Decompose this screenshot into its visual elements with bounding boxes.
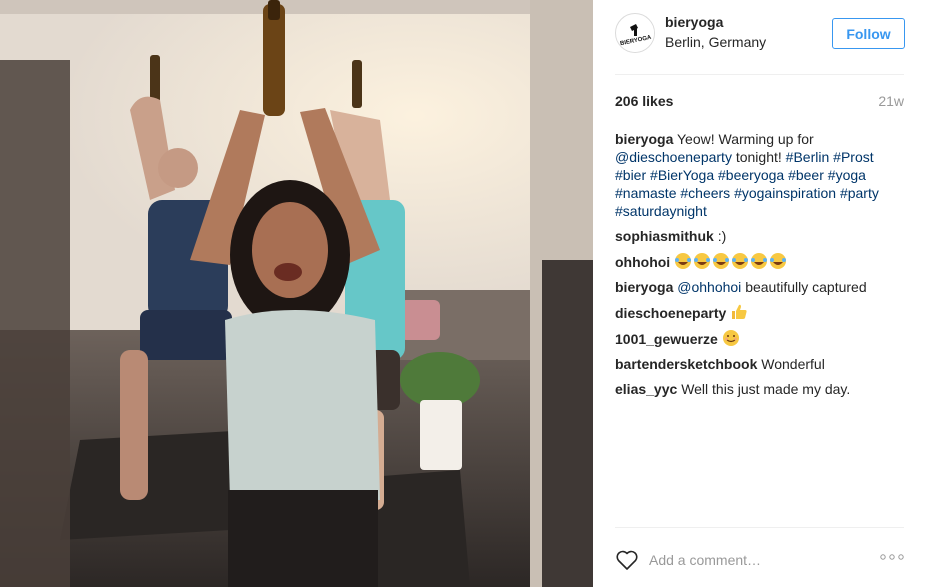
post-location[interactable]: Berlin, Germany bbox=[665, 34, 766, 50]
hashtag[interactable]: #BierYoga bbox=[650, 167, 714, 183]
hashtag[interactable]: #yogainspiration bbox=[734, 185, 836, 201]
likes-count[interactable]: 206 likes bbox=[615, 93, 673, 109]
caption-username[interactable]: bieryoga bbox=[615, 131, 673, 147]
post-time[interactable]: 21w bbox=[878, 93, 904, 109]
comment-item: dieschoeneparty bbox=[615, 303, 904, 322]
caption-text-1: Yeow! Warming up for bbox=[677, 131, 814, 147]
comment-item: 1001_gewuerze bbox=[615, 329, 904, 348]
comment-item: sophiasmithuk :) bbox=[615, 227, 904, 245]
comment-username[interactable]: sophiasmithuk bbox=[615, 228, 714, 244]
thumbs-up-emoji-icon bbox=[732, 304, 747, 319]
comment-mention[interactable]: @ohhohoi bbox=[677, 279, 741, 295]
comment-item: ohhohoi bbox=[615, 252, 904, 271]
follow-button[interactable]: Follow bbox=[832, 18, 905, 49]
hashtag[interactable]: #Berlin bbox=[786, 149, 830, 165]
caption-mention[interactable]: @dieschoeneparty bbox=[615, 149, 732, 165]
comment-bar bbox=[615, 540, 904, 580]
smiling-emoji-icon bbox=[722, 330, 739, 346]
hashtag[interactable]: #party bbox=[840, 185, 879, 201]
heart-icon[interactable] bbox=[615, 549, 639, 571]
post-caption: bieryoga Yeow! Warming up for @dieschoen… bbox=[615, 130, 904, 220]
post-header: BIERYOGA bieryoga Berlin, Germany Follow bbox=[593, 0, 926, 74]
comment-username[interactable]: elias_yyc bbox=[615, 381, 677, 397]
comment-text: :) bbox=[717, 228, 727, 244]
hashtag[interactable]: #cheers bbox=[680, 185, 730, 201]
caption-text-2: tonight! bbox=[735, 149, 782, 165]
comment-username[interactable]: ohhohoi bbox=[615, 254, 670, 270]
laughing-tears-emoji-icon bbox=[675, 253, 787, 269]
comment-text: Wonderful bbox=[761, 356, 825, 372]
hashtag[interactable]: #yoga bbox=[828, 167, 866, 183]
hashtag[interactable]: #saturdaynight bbox=[615, 203, 707, 219]
laughing-tears-emoji-group bbox=[674, 253, 787, 270]
comment-item: elias_yyc Well this just made my day. bbox=[615, 380, 904, 398]
comments-list: bieryoga Yeow! Warming up for @dieschoen… bbox=[615, 130, 904, 405]
avatar[interactable]: BIERYOGA bbox=[615, 13, 655, 53]
comment-item: bieryoga @ohhohoi beautifully captured bbox=[615, 278, 904, 296]
hashtag[interactable]: #Prost bbox=[833, 149, 873, 165]
comment-username[interactable]: bartendersketchbook bbox=[615, 356, 757, 372]
comment-text: Well this just made my day. bbox=[681, 381, 851, 397]
more-options-icon[interactable] bbox=[880, 554, 904, 560]
header-divider bbox=[615, 74, 904, 75]
add-comment-input[interactable] bbox=[649, 550, 869, 570]
post-details-panel: BIERYOGA bieryoga Berlin, Germany Follow… bbox=[593, 0, 926, 587]
post-photo[interactable] bbox=[0, 0, 593, 587]
comment-item: bartendersketchbook Wonderful bbox=[615, 355, 904, 373]
comment-text: beautifully captured bbox=[745, 279, 867, 295]
post-username[interactable]: bieryoga bbox=[665, 14, 723, 30]
likes-row: 206 likes 21w bbox=[615, 93, 904, 111]
hashtag[interactable]: #bier bbox=[615, 167, 646, 183]
comment-divider bbox=[615, 527, 904, 528]
comment-username[interactable]: dieschoeneparty bbox=[615, 305, 726, 321]
comment-username[interactable]: 1001_gewuerze bbox=[615, 331, 718, 347]
comment-username[interactable]: bieryoga bbox=[615, 279, 673, 295]
hashtag[interactable]: #namaste bbox=[615, 185, 676, 201]
hashtag[interactable]: #beeryoga bbox=[718, 167, 784, 183]
bieryoga-logo-icon: BIERYOGA bbox=[617, 15, 654, 52]
hashtag[interactable]: #beer bbox=[788, 167, 824, 183]
